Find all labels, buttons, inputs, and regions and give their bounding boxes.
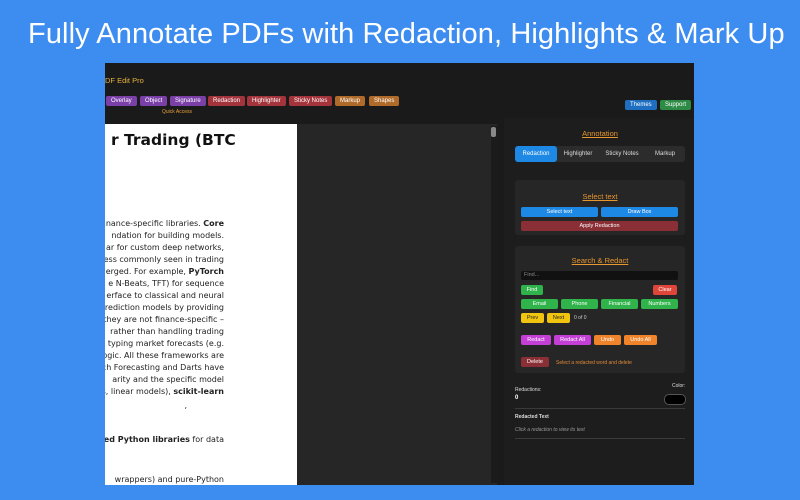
- redaction-button[interactable]: Redaction: [208, 96, 246, 106]
- find-input[interactable]: Find...: [521, 271, 678, 280]
- quick-access-label: Quick Access: [162, 109, 193, 115]
- pdf-line-libraries: ed Python libraries for data: [105, 435, 224, 444]
- app-window: DF Edit Pro Overlay Object Signature Red…: [105, 63, 694, 485]
- document-scroll-thumb[interactable]: [491, 127, 496, 137]
- divider: [515, 408, 685, 409]
- pdf-line: erface to classical and neural: [106, 291, 224, 300]
- app-title: DF Edit Pro: [105, 76, 144, 85]
- highlighter-button[interactable]: Highlighter: [247, 96, 286, 106]
- object-button[interactable]: Object: [140, 96, 168, 106]
- select-text-title: Select text: [582, 192, 618, 201]
- apply-redaction-button[interactable]: Apply Redaction: [521, 221, 678, 231]
- redacted-text-label: Redacted Text: [515, 414, 549, 420]
- tab-sticky-notes[interactable]: Sticky Notes: [599, 146, 645, 162]
- annotation-title: Annotation: [582, 129, 618, 138]
- sticky-notes-button[interactable]: Sticky Notes: [289, 96, 333, 106]
- tab-markup[interactable]: Markup: [645, 146, 685, 162]
- redact-all-button[interactable]: Redact All: [554, 335, 591, 345]
- color-label: Color:: [672, 383, 686, 389]
- select-text-button[interactable]: Select text: [521, 207, 598, 217]
- markup-button[interactable]: Markup: [335, 96, 366, 106]
- pdf-line: ar for custom deep networks,: [105, 243, 224, 252]
- pdf-line: rather than handling trading: [110, 327, 224, 336]
- pdf-page[interactable]: r Trading (BTC finance-specific librarie…: [105, 124, 297, 485]
- pdf-line: arity and the specific model: [112, 375, 224, 384]
- prev-button[interactable]: Prev: [521, 313, 544, 323]
- pdf-heading: r Trading (BTC: [111, 131, 236, 149]
- tab-redaction[interactable]: Redaction: [515, 146, 557, 162]
- pdf-line: typing market forecasts (e.g.: [107, 339, 224, 348]
- search-redact-panel: [515, 246, 685, 373]
- undo-button[interactable]: Undo: [594, 335, 621, 345]
- divider: [515, 438, 685, 439]
- pdf-line: ,: [184, 401, 187, 410]
- pdf-line: ogic. All these frameworks are: [105, 351, 224, 360]
- pdf-line: erged. For example, PyTorch: [105, 267, 224, 276]
- filter-phone-button[interactable]: Phone: [561, 299, 598, 309]
- next-button[interactable]: Next: [547, 313, 570, 323]
- document-scrollbar[interactable]: [491, 126, 497, 483]
- pdf-line-last: wrappers) and pure-Python: [114, 475, 224, 484]
- signature-button[interactable]: Signature: [170, 96, 206, 106]
- themes-button[interactable]: Themes: [625, 100, 657, 110]
- delete-hint: Select a redacted word and delete: [556, 360, 632, 366]
- pdf-line: prediction models by providing: [105, 303, 224, 312]
- filter-financial-button[interactable]: Financial: [601, 299, 638, 309]
- draw-box-button[interactable]: Draw Box: [601, 207, 678, 217]
- search-redact-title: Search & Redact: [571, 256, 629, 265]
- document-canvas: [297, 124, 497, 485]
- pdf-line: ess commonly seen in trading: [105, 255, 224, 264]
- shapes-button[interactable]: Shapes: [369, 96, 400, 106]
- filter-email-button[interactable]: Email: [521, 299, 558, 309]
- pdf-line: they are not finance-specific –: [105, 315, 224, 324]
- support-button[interactable]: Support: [660, 100, 692, 110]
- redactions-label: Redactions:: [515, 387, 542, 393]
- tab-highlighter[interactable]: Highlighter: [557, 146, 599, 162]
- delete-button[interactable]: Delete: [521, 357, 549, 367]
- undo-all-button[interactable]: Undo All: [624, 335, 657, 345]
- pdf-line: es, linear models), scikit-learn: [105, 387, 224, 396]
- match-count: 0 of 0: [574, 315, 587, 321]
- filter-numbers-button[interactable]: Numbers: [641, 299, 678, 309]
- pdf-line: finance-specific libraries. Core: [105, 219, 224, 228]
- headline: Fully Annotate PDFs with Redaction, High…: [28, 18, 785, 50]
- clear-button[interactable]: Clear: [653, 285, 677, 295]
- pdf-line: ndation for building models.: [111, 231, 224, 240]
- pdf-line: ch Forecasting and Darts have: [105, 363, 224, 372]
- pdf-line: e N-Beats, TFT) for sequence: [108, 279, 224, 288]
- redact-button[interactable]: Redact: [521, 335, 551, 345]
- redactions-count: 0: [515, 395, 519, 401]
- find-button[interactable]: Find: [521, 285, 543, 295]
- annotation-tabs: Redaction Highlighter Sticky Notes Marku…: [515, 146, 685, 162]
- overlay-button[interactable]: Overlay: [106, 96, 137, 106]
- redaction-color-swatch[interactable]: [664, 394, 686, 405]
- redacted-text-hint: Click a redaction to view its text: [515, 427, 585, 433]
